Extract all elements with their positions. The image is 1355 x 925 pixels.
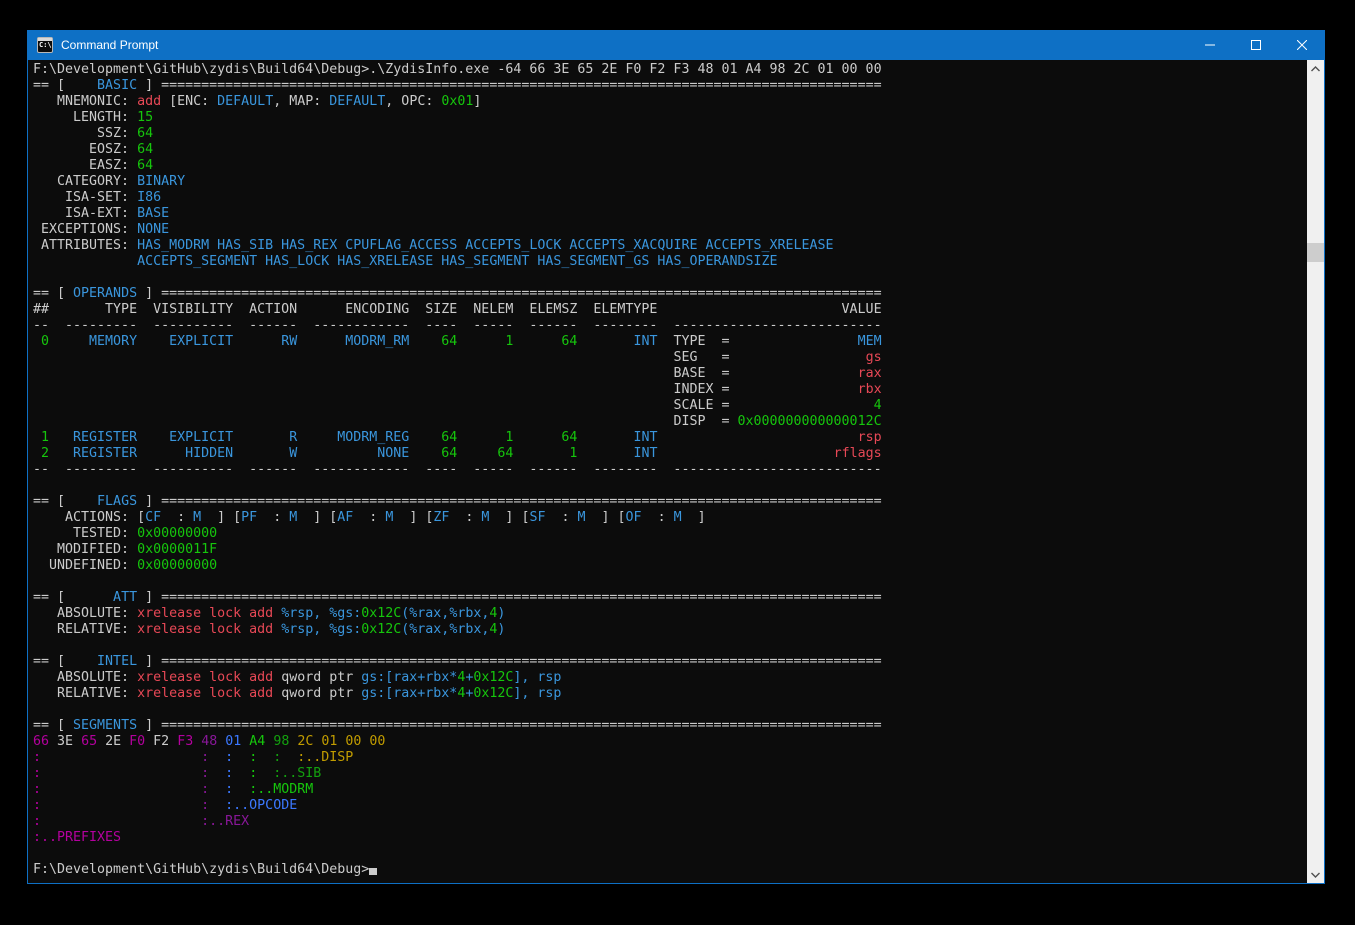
close-button[interactable] [1279, 30, 1325, 60]
terminal-line: F:\Development\GitHub\zydis\Build64\Debu… [33, 862, 882, 878]
terminal-line: == [ BASIC ] ===========================… [33, 78, 882, 94]
scroll-down-button[interactable] [1307, 866, 1324, 883]
terminal-line: DISP = 0x000000000000012C [33, 414, 882, 430]
terminal-line: LENGTH: 15 [33, 110, 882, 126]
console-area[interactable]: F:\Development\GitHub\zydis\Build64\Debu… [28, 60, 1324, 883]
terminal-output: F:\Development\GitHub\zydis\Build64\Debu… [33, 62, 882, 878]
terminal-line: RELATIVE: xrelease lock add qword ptr gs… [33, 686, 882, 702]
terminal-line: ISA-SET: I86 [33, 190, 882, 206]
terminal-line: MNEMONIC: add [ENC: DEFAULT, MAP: DEFAUL… [33, 94, 882, 110]
terminal-line: SCALE = 4 [33, 398, 882, 414]
terminal-line: TESTED: 0x00000000 [33, 526, 882, 542]
terminal-line: SSZ: 64 [33, 126, 882, 142]
terminal-line [33, 638, 882, 654]
terminal-line: 66 3E 65 2E F0 F2 F3 48 01 A4 98 2C 01 0… [33, 734, 882, 750]
terminal-line: ISA-EXT: BASE [33, 206, 882, 222]
command-prompt-window: C:\ Command Prompt F:\Developme [27, 30, 1325, 884]
terminal-line: EOSZ: 64 [33, 142, 882, 158]
maximize-icon [1251, 40, 1261, 50]
terminal-line: : : : : : :..DISP [33, 750, 882, 766]
terminal-line: == [ INTEL ] ===========================… [33, 654, 882, 670]
scrollbar[interactable] [1307, 60, 1324, 883]
maximize-button[interactable] [1233, 30, 1279, 60]
terminal-line: : : :..OPCODE [33, 798, 882, 814]
terminal-line: EXCEPTIONS: NONE [33, 222, 882, 238]
terminal-line: SEG = gs [33, 350, 882, 366]
terminal-line: == [ FLAGS ] ===========================… [33, 494, 882, 510]
titlebar[interactable]: C:\ Command Prompt [27, 30, 1325, 60]
close-icon [1297, 40, 1307, 50]
terminal-line: == [ OPERANDS ] ========================… [33, 286, 882, 302]
terminal-line: 0 MEMORY EXPLICIT RW MODRM_RM 64 1 64 IN… [33, 334, 882, 350]
terminal-line: UNDEFINED: 0x00000000 [33, 558, 882, 574]
window-controls [1187, 30, 1325, 60]
chevron-up-icon [1311, 66, 1320, 72]
minimize-icon [1205, 40, 1215, 50]
terminal-line [33, 574, 882, 590]
terminal-line: : :..REX [33, 814, 882, 830]
terminal-line: ATTRIBUTES: HAS_MODRM HAS_SIB HAS_REX CP… [33, 238, 882, 254]
terminal-line [33, 270, 882, 286]
terminal-line: RELATIVE: xrelease lock add %rsp, %gs:0x… [33, 622, 882, 638]
terminal-line: EASZ: 64 [33, 158, 882, 174]
terminal-line: : : : :..MODRM [33, 782, 882, 798]
cmd-icon-prompt-glyph: C:\ [39, 42, 52, 49]
terminal-line: :..PREFIXES [33, 830, 882, 846]
terminal-line: BASE = rax [33, 366, 882, 382]
window-title: Command Prompt [61, 38, 158, 52]
terminal-line: 2 REGISTER HIDDEN W NONE 64 64 1 INT rfl… [33, 446, 882, 462]
terminal-line: CATEGORY: BINARY [33, 174, 882, 190]
terminal-line: -- --------- ---------- ------ ---------… [33, 318, 882, 334]
terminal-line: ACCEPTS_SEGMENT HAS_LOCK HAS_XRELEASE HA… [33, 254, 882, 270]
terminal-line: == [ SEGMENTS ] ========================… [33, 718, 882, 734]
terminal-line: F:\Development\GitHub\zydis\Build64\Debu… [33, 62, 882, 78]
terminal-line: : : : : :..SIB [33, 766, 882, 782]
cmd-icon: C:\ [37, 37, 53, 53]
terminal-line: ## TYPE VISIBILITY ACTION ENCODING SIZE … [33, 302, 882, 318]
scrollbar-thumb[interactable] [1307, 243, 1324, 262]
terminal-line: ABSOLUTE: xrelease lock add %rsp, %gs:0x… [33, 606, 882, 622]
terminal-line [33, 478, 882, 494]
terminal-line: == [ ATT ] =============================… [33, 590, 882, 606]
terminal-line: -- --------- ---------- ------ ---------… [33, 462, 882, 478]
terminal-line: ACTIONS: [CF : M ] [PF : M ] [AF : M ] [… [33, 510, 882, 526]
terminal-line: 1 REGISTER EXPLICIT R MODRM_REG 64 1 64 … [33, 430, 882, 446]
terminal-line: ABSOLUTE: xrelease lock add qword ptr gs… [33, 670, 882, 686]
scroll-up-button[interactable] [1307, 60, 1324, 77]
minimize-button[interactable] [1187, 30, 1233, 60]
terminal-line [33, 702, 882, 718]
terminal-line: INDEX = rbx [33, 382, 882, 398]
text-cursor [369, 868, 377, 875]
chevron-down-icon [1311, 872, 1320, 878]
terminal-line [33, 846, 882, 862]
terminal-line: MODIFIED: 0x0000011F [33, 542, 882, 558]
